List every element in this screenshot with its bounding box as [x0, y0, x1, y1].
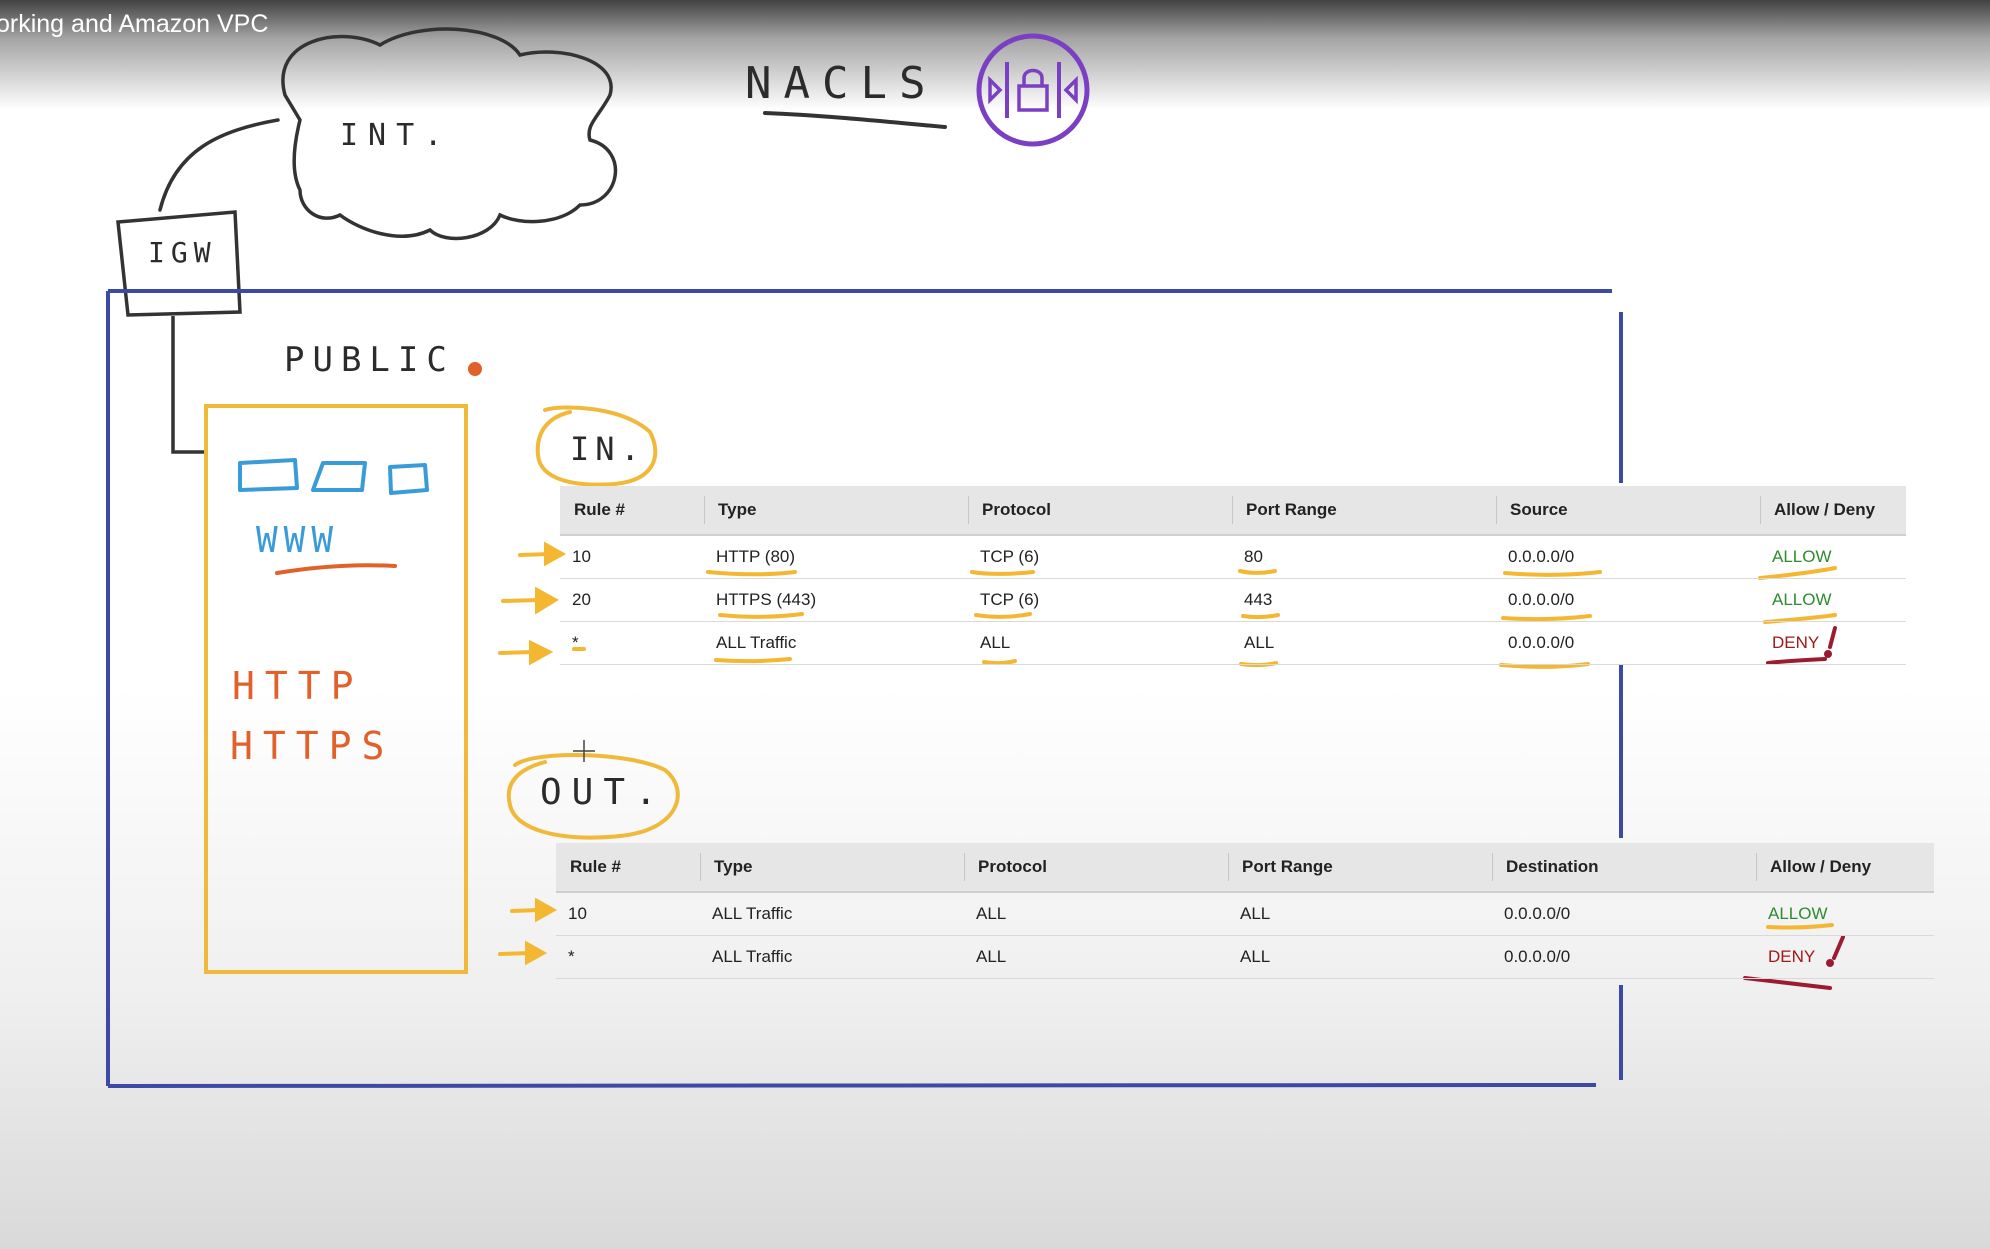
column-header[interactable]: Destination	[1492, 843, 1756, 893]
table-row[interactable]: * ALL Traffic ALL ALL 0.0.0.0/0 DENY	[556, 935, 1934, 979]
rule-destination: 0.0.0.0/0	[1492, 935, 1756, 979]
rule-source: 0.0.0.0/0	[1496, 535, 1760, 579]
table-row[interactable]: 10 HTTP (80) TCP (6) 80 0.0.0.0/0 ALLOW	[560, 535, 1906, 579]
column-header[interactable]: Allow / Deny	[1756, 843, 1934, 893]
rule-action: DENY	[1760, 621, 1906, 665]
column-header[interactable]: Type	[700, 843, 964, 893]
rule-port-range: 443	[1232, 578, 1496, 622]
rule-port-range: 80	[1232, 535, 1496, 579]
rule-protocol: TCP (6)	[968, 535, 1232, 579]
outbound-rules-table: Rule # Type Protocol Port Range Destinat…	[556, 843, 1934, 979]
rule-protocol: TCP (6)	[968, 578, 1232, 622]
rule-action: ALLOW	[1760, 535, 1906, 579]
rule-number: 20	[560, 578, 704, 622]
rule-number: 10	[560, 535, 704, 579]
rule-action: DENY	[1756, 935, 1934, 979]
outbound-header-row: Rule # Type Protocol Port Range Destinat…	[556, 843, 1934, 893]
public-label: PUBLIC	[284, 340, 455, 380]
cloud-igw-connector	[158, 118, 280, 212]
column-header[interactable]: Allow / Deny	[1760, 486, 1906, 536]
column-header[interactable]: Type	[704, 486, 968, 536]
table-row[interactable]: 10 ALL Traffic ALL ALL 0.0.0.0/0 ALLOW	[556, 892, 1934, 936]
arrow-icon	[498, 541, 567, 966]
rule-action: ALLOW	[1760, 578, 1906, 622]
server-shapes	[238, 458, 429, 495]
rule-type: ALL Traffic	[700, 892, 964, 936]
rule-port-range: ALL	[1232, 621, 1496, 665]
rule-type: HTTP (80)	[704, 535, 968, 579]
https-label: HTTPS	[230, 724, 395, 768]
rule-port-range: ALL	[1228, 935, 1492, 979]
www-underline	[275, 563, 397, 575]
rule-source: 0.0.0.0/0	[1496, 578, 1760, 622]
cursor-icon	[573, 740, 595, 762]
outbound-label: OUT.	[540, 772, 667, 813]
column-header[interactable]: Port Range	[1232, 486, 1496, 536]
column-header[interactable]: Source	[1496, 486, 1760, 536]
inbound-rules-table: Rule # Type Protocol Port Range Source A…	[560, 486, 1906, 665]
www-label: WWW	[256, 520, 340, 561]
table-row[interactable]: * ALL Traffic ALL ALL 0.0.0.0/0 DENY	[560, 621, 1906, 665]
inbound-label: IN.	[570, 430, 646, 468]
rule-number: *	[560, 621, 704, 665]
igw-label: IGW	[148, 236, 217, 269]
rule-number: 10	[556, 892, 700, 936]
internet-label: INT.	[340, 118, 453, 153]
column-header[interactable]: Rule #	[556, 843, 700, 893]
inbound-header-row: Rule # Type Protocol Port Range Source A…	[560, 486, 1906, 536]
column-header[interactable]: Protocol	[964, 843, 1228, 893]
column-header[interactable]: Rule #	[560, 486, 704, 536]
nacls-underline	[763, 111, 947, 129]
rule-number: *	[556, 935, 700, 979]
rule-type: ALL Traffic	[700, 935, 964, 979]
igw-subnet-connector	[171, 316, 205, 454]
rule-port-range: ALL	[1228, 892, 1492, 936]
column-header[interactable]: Port Range	[1228, 843, 1492, 893]
rule-source: 0.0.0.0/0	[1496, 621, 1760, 665]
rule-action: ALLOW	[1756, 892, 1934, 936]
public-dot	[468, 362, 482, 376]
column-header[interactable]: Protocol	[968, 486, 1232, 536]
table-row[interactable]: 20 HTTPS (443) TCP (6) 443 0.0.0.0/0 ALL…	[560, 578, 1906, 622]
rule-type: ALL Traffic	[704, 621, 968, 665]
http-label: HTTP	[232, 664, 364, 708]
rule-protocol: ALL	[964, 892, 1228, 936]
nacl-lock-icon	[976, 33, 1090, 147]
rule-destination: 0.0.0.0/0	[1492, 892, 1756, 936]
rule-protocol: ALL	[964, 935, 1228, 979]
nacls-label: NACLS	[745, 58, 938, 109]
rule-type: HTTPS (443)	[704, 578, 968, 622]
rule-protocol: ALL	[968, 621, 1232, 665]
